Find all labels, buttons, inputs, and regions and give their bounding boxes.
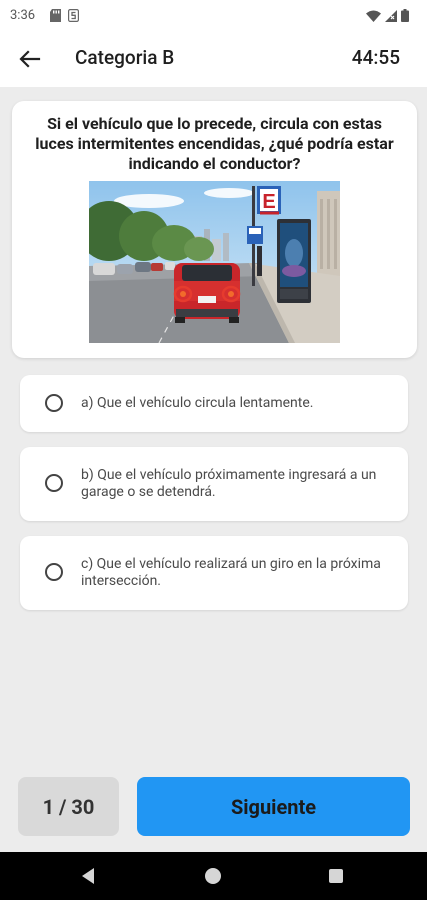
app-bar: Categoria B 44:55 (0, 32, 427, 87)
arrow-left-icon (19, 50, 41, 68)
signal-icon (385, 9, 397, 22)
status-time: 3:36 (10, 8, 36, 23)
nav-back-icon[interactable] (80, 867, 96, 885)
next-button-label: Siguiente (230, 794, 317, 819)
sd-card-icon (50, 9, 61, 22)
question-text: Si el vehículo que lo precede, circula c… (35, 114, 394, 173)
back-button[interactable] (15, 46, 45, 72)
option-c-radio[interactable] (45, 563, 63, 581)
question-counter-text: 1 / 30 (42, 794, 95, 819)
system-nav-bar (0, 852, 427, 900)
option-a-radio[interactable] (45, 394, 63, 412)
option-b-radio[interactable] (45, 474, 63, 492)
question-image: E (89, 181, 340, 343)
nav-home-icon[interactable] (205, 868, 221, 884)
wifi-icon (366, 10, 381, 22)
option-b-label: b) Que el vehículo próximamente ingresar… (81, 467, 377, 500)
page-title: Categoria B (75, 46, 175, 69)
status-bar: 3:36 (0, 0, 427, 32)
nav-recents-icon[interactable] (329, 869, 343, 883)
countdown-timer: 44:55 (351, 46, 400, 69)
parking-sign-letter: E (262, 191, 275, 213)
option-a-label: a) Que el vehículo circula lentamente. (81, 395, 314, 411)
option-a[interactable]: a) Que el vehículo circula lentamente. (20, 375, 408, 432)
question-counter: 1 / 30 (18, 777, 119, 836)
next-button[interactable]: Siguiente (137, 777, 410, 836)
option-b[interactable]: b) Que el vehículo próximamente ingresar… (20, 447, 408, 521)
status-left-icons (50, 9, 79, 22)
option-c-label: c) Que el vehículo realizará un giro en … (81, 556, 381, 589)
battery-icon (401, 9, 409, 22)
option-c[interactable]: c) Que el vehículo realizará un giro en … (20, 536, 408, 610)
s-app-icon (68, 9, 79, 22)
status-right-icons (366, 9, 409, 22)
question-card: Si el vehículo que lo precede, circula c… (12, 101, 417, 358)
